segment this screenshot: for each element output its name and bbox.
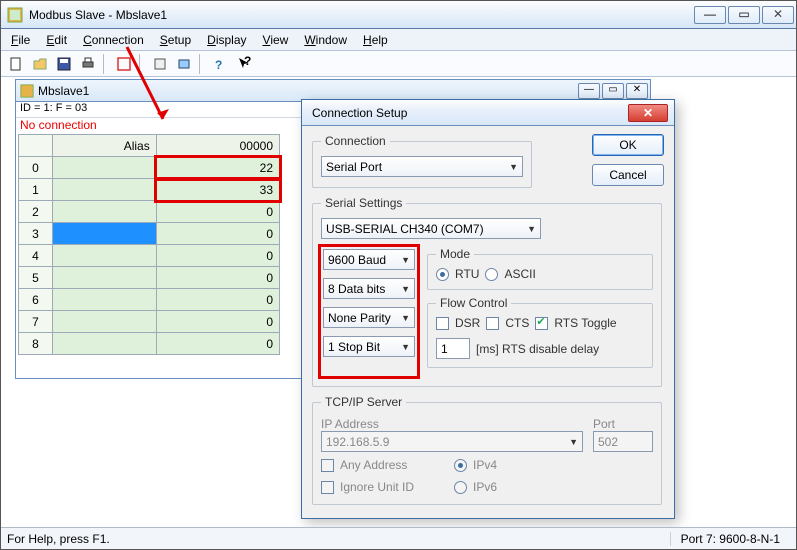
connection-group: Connection Serial Port ▼ [312, 134, 532, 188]
col-00000[interactable]: 00000 [156, 135, 279, 157]
databits-combo[interactable]: 8 Data bits▼ [323, 278, 415, 299]
cts-checkbox[interactable] [486, 317, 499, 330]
minimize-button[interactable]: — [694, 6, 726, 24]
ip-address-combo: 192.168.5.9▼ [321, 431, 583, 452]
baud-combo[interactable]: 9600 Baud▼ [323, 249, 415, 270]
window-title: Modbus Slave - Mbslave1 [29, 8, 692, 22]
connection-legend: Connection [321, 134, 390, 148]
chevron-down-icon: ▼ [401, 255, 410, 265]
rts-delay-label: [ms] RTS disable delay [476, 342, 599, 356]
menu-help[interactable]: Help [355, 31, 396, 49]
rts-delay-field[interactable]: 1 [436, 338, 470, 359]
serial-legend: Serial Settings [321, 196, 406, 210]
tool-icon-1[interactable] [149, 54, 171, 74]
menu-window[interactable]: Window [296, 31, 355, 49]
ip-label: IP Address [321, 417, 583, 431]
any-address-checkbox [321, 459, 334, 472]
rtu-radio[interactable] [436, 268, 449, 281]
col-alias[interactable]: Alias [53, 135, 157, 157]
print-icon[interactable] [77, 54, 99, 74]
serial-params-highlight: 9600 Baud▼ 8 Data bits▼ None Parity▼ 1 S… [321, 247, 417, 376]
close-button[interactable]: ✕ [762, 6, 794, 24]
ascii-radio[interactable] [485, 268, 498, 281]
maximize-button[interactable]: ▭ [728, 6, 760, 24]
chevron-down-icon: ▼ [401, 313, 410, 323]
ipv4-radio [454, 459, 467, 472]
serial-settings-group: Serial Settings USB-SERIAL CH340 (COM7)▼… [312, 196, 662, 387]
tool-icon-2[interactable] [173, 54, 195, 74]
connection-combo[interactable]: Serial Port ▼ [321, 156, 523, 177]
tcpip-legend: TCP/IP Server [321, 395, 406, 409]
port-label: Port [593, 417, 653, 431]
table-row: 40 [19, 245, 280, 267]
help-icon[interactable]: ? [209, 54, 231, 74]
chevron-down-icon: ▼ [401, 284, 410, 294]
menu-display[interactable]: Display [199, 31, 254, 49]
parity-combo[interactable]: None Parity▼ [323, 307, 415, 328]
save-icon[interactable] [53, 54, 75, 74]
menu-view[interactable]: View [255, 31, 297, 49]
cancel-button[interactable]: Cancel [592, 164, 664, 186]
register-table[interactable]: Alias 00000 022 133 20 30 40 50 60 70 80 [18, 134, 280, 355]
dialog-titlebar: Connection Setup ✕ [302, 100, 674, 126]
statusbar: For Help, press F1. Port 7: 9600-8-N-1 [1, 527, 796, 549]
chevron-down-icon: ▼ [401, 342, 410, 352]
open-icon[interactable] [29, 54, 51, 74]
titlebar: Modbus Slave - Mbslave1 — ▭ ✕ [1, 1, 796, 29]
child-maximize-button[interactable]: ▭ [602, 83, 624, 99]
app-icon [7, 7, 23, 23]
child-title: Mbslave1 [38, 84, 89, 98]
flow-control-group: Flow Control DSR CTS RTS Toggle 1 [ms] R… [427, 296, 653, 368]
table-row: 60 [19, 289, 280, 311]
toolbar: ? ? [1, 51, 796, 77]
menu-edit[interactable]: Edit [38, 31, 75, 49]
chevron-down-icon: ▼ [509, 162, 518, 172]
com-port-combo[interactable]: USB-SERIAL CH340 (COM7)▼ [321, 218, 541, 239]
connect-icon[interactable] [113, 54, 135, 74]
chevron-down-icon: ▼ [569, 437, 578, 447]
dialog-title: Connection Setup [312, 106, 628, 120]
flow-legend: Flow Control [436, 296, 511, 310]
status-left: For Help, press F1. [7, 532, 110, 546]
connection-value: Serial Port [326, 160, 382, 174]
table-row: 50 [19, 267, 280, 289]
tcpip-group: TCP/IP Server IP Address 192.168.5.9▼ Po… [312, 395, 662, 505]
connection-setup-dialog: Connection Setup ✕ OK Cancel Connection … [301, 99, 675, 519]
menubar: File Edit Connection Setup Display View … [1, 29, 796, 51]
table-row: 20 [19, 201, 280, 223]
chevron-down-icon: ▼ [527, 224, 536, 234]
new-icon[interactable] [5, 54, 27, 74]
table-row: 022 [19, 157, 280, 179]
mode-legend: Mode [436, 247, 474, 261]
stopbits-combo[interactable]: 1 Stop Bit▼ [323, 336, 415, 357]
mode-group: Mode RTU ASCII [427, 247, 653, 290]
ignore-unitid-checkbox [321, 481, 334, 494]
rts-toggle-checkbox[interactable] [535, 317, 548, 330]
dsr-checkbox[interactable] [436, 317, 449, 330]
doc-icon [20, 84, 34, 98]
menu-file[interactable]: File [3, 31, 38, 49]
table-row: 80 [19, 333, 280, 355]
corner-cell [19, 135, 53, 157]
child-close-button[interactable]: ✕ [626, 83, 648, 99]
port-field: 502 [593, 431, 653, 452]
svg-text:?: ? [244, 56, 251, 68]
table-row: 30 [19, 223, 280, 245]
menu-connection[interactable]: Connection [75, 31, 152, 49]
child-minimize-button[interactable]: — [578, 83, 600, 99]
svg-text:?: ? [215, 58, 222, 72]
status-right: Port 7: 9600-8-N-1 [670, 532, 790, 546]
table-row: 133 [19, 179, 280, 201]
ipv6-radio [454, 481, 467, 494]
dialog-close-button[interactable]: ✕ [628, 104, 668, 122]
table-row: 70 [19, 311, 280, 333]
menu-setup[interactable]: Setup [152, 31, 199, 49]
ok-button[interactable]: OK [592, 134, 664, 156]
whatsthis-icon[interactable]: ? [233, 54, 255, 74]
